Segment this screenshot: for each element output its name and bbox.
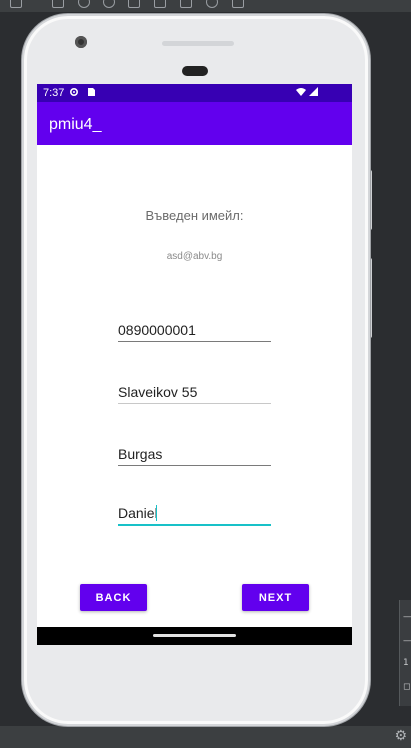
entered-email-label: Въведен имейл:: [145, 208, 244, 223]
ide-side-panel: — — 1 ◻: [399, 600, 411, 706]
settings-status-icon: [69, 87, 79, 97]
city-input[interactable]: [118, 446, 271, 466]
signal-icon: [309, 87, 318, 96]
phone-input[interactable]: [118, 322, 271, 342]
toolbar-icon[interactable]: [103, 0, 115, 8]
home-gesture-pill[interactable]: [153, 634, 236, 637]
text-cursor: [156, 505, 157, 521]
navigation-bar: [37, 627, 352, 645]
device-screen: 7:37 pmiu4_ Въведен имейл: asd@abv.bg BA…: [37, 84, 352, 645]
status-time: 7:37: [43, 87, 65, 99]
wifi-icon: [296, 88, 306, 96]
phone-field[interactable]: [118, 322, 271, 342]
panel-number: 1: [403, 658, 409, 668]
front-camera: [75, 36, 87, 48]
entered-email-value: asd@abv.bg: [166, 251, 223, 262]
help-icon[interactable]: [206, 0, 218, 8]
back-button[interactable]: BACK: [80, 584, 147, 611]
toolbar-icon[interactable]: [78, 0, 90, 8]
name-field[interactable]: [118, 505, 271, 526]
street-field[interactable]: [118, 384, 271, 404]
camera-toolbar-icon[interactable]: [154, 0, 166, 8]
proximity-sensor: [182, 66, 208, 76]
app-title: pmiu4_: [49, 116, 102, 133]
toolbar-icon[interactable]: [52, 0, 64, 8]
app-bar: pmiu4_: [37, 102, 352, 145]
panel-mark: —: [403, 636, 411, 646]
ide-bottom-bar: ⚙: [0, 726, 411, 748]
toolbar-icon[interactable]: [232, 0, 244, 8]
settings-icon[interactable]: ⚙: [394, 728, 407, 744]
ide-toolbar: [0, 0, 411, 12]
toolbar-icon[interactable]: [128, 0, 140, 8]
panel-icon[interactable]: ◻: [403, 682, 410, 692]
sim-icon: [88, 88, 95, 96]
toolbar-icon[interactable]: [10, 0, 22, 8]
name-input[interactable]: [118, 505, 271, 526]
next-button[interactable]: NEXT: [242, 584, 309, 611]
status-bar: 7:37: [37, 84, 352, 102]
earpiece-speaker: [162, 41, 234, 46]
panel-mark: —: [403, 612, 411, 622]
street-input[interactable]: [118, 384, 271, 404]
toolbar-icon[interactable]: [180, 0, 192, 8]
city-field[interactable]: [118, 446, 271, 466]
